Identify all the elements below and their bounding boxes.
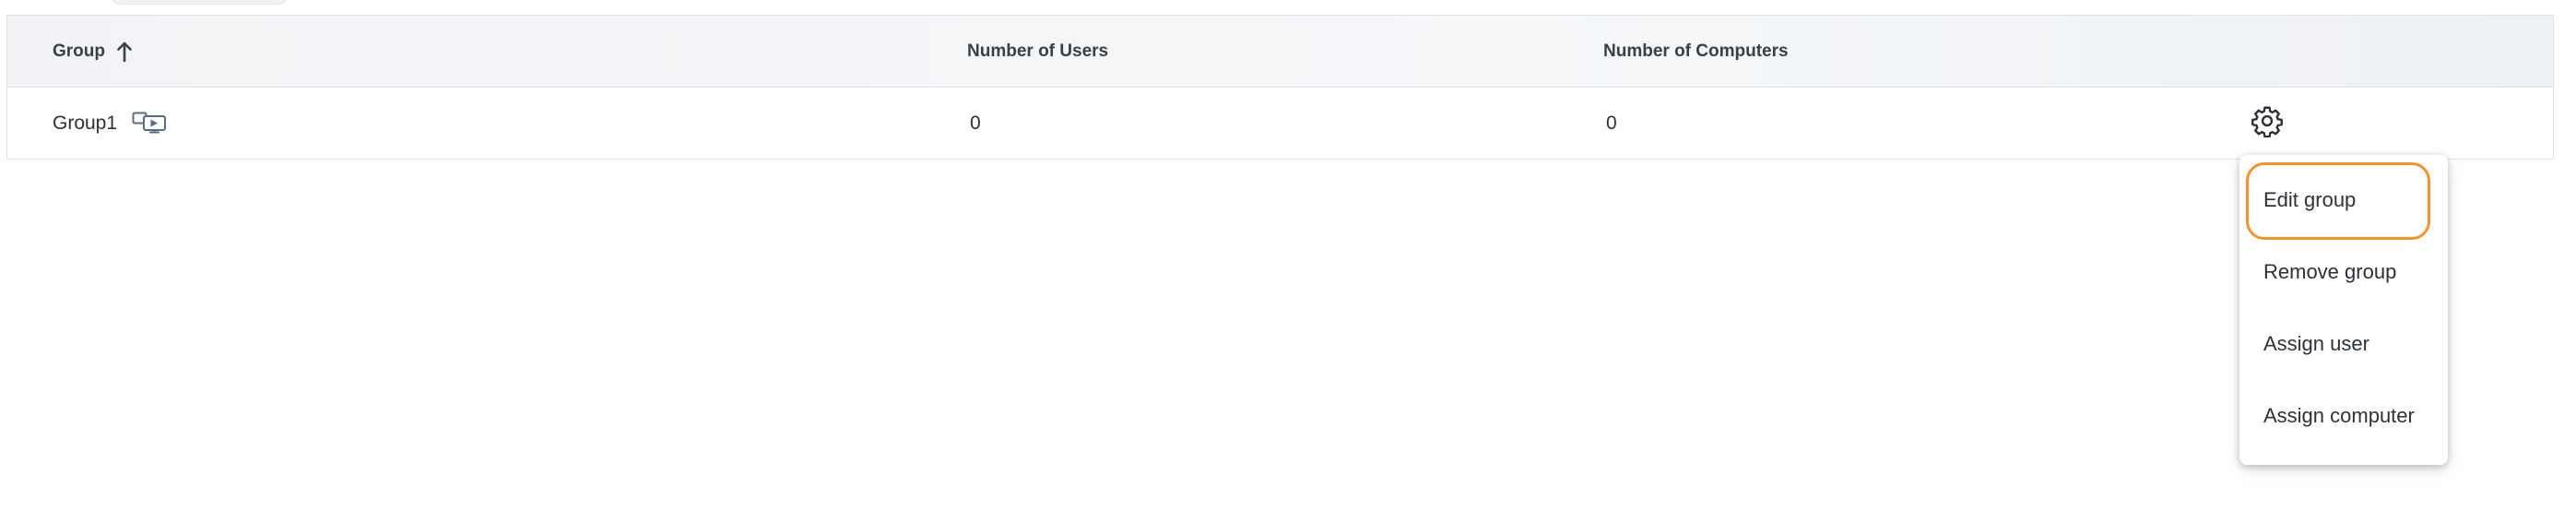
menu-item-assign-user[interactable]: Assign user bbox=[2239, 308, 2448, 380]
menu-item-label: Remove group bbox=[2263, 260, 2397, 283]
cell-group: Group1 bbox=[53, 88, 169, 160]
remote-desktop-icon bbox=[132, 112, 167, 134]
gear-icon[interactable] bbox=[2251, 104, 2284, 137]
tab-fragment[interactable] bbox=[111, 0, 288, 5]
groups-table: Group Number of Users Number of Computer… bbox=[6, 15, 2554, 160]
table-header: Group Number of Users Number of Computer… bbox=[7, 16, 2553, 88]
menu-item-remove-group[interactable]: Remove group bbox=[2239, 236, 2448, 308]
menu-item-label: Assign user bbox=[2263, 332, 2369, 355]
menu-item-label: Edit group bbox=[2263, 188, 2357, 211]
group-name: Group1 bbox=[53, 113, 118, 134]
page: Group Number of Users Number of Computer… bbox=[0, 0, 2576, 511]
sort-ascending-icon bbox=[117, 42, 132, 62]
menu-item-edit-group[interactable]: Edit group bbox=[2239, 164, 2448, 236]
cell-computers: 0 bbox=[1606, 113, 1617, 134]
menu-item-label: Assign computer bbox=[2263, 404, 2415, 427]
column-header-computers-label: Number of Computers bbox=[1603, 42, 1789, 61]
column-header-users-label: Number of Users bbox=[967, 42, 1109, 61]
menu-item-assign-computer[interactable]: Assign computer bbox=[2239, 380, 2448, 452]
cell-users: 0 bbox=[970, 113, 981, 134]
table-row[interactable]: Group1 0 0 bbox=[7, 88, 2553, 160]
column-header-computers[interactable]: Number of Computers bbox=[1603, 16, 1789, 88]
group-actions-menu: Edit group Remove group Assign user Assi… bbox=[2239, 155, 2448, 465]
column-header-users[interactable]: Number of Users bbox=[967, 16, 1108, 88]
column-header-group-label: Group bbox=[53, 42, 105, 61]
column-header-group[interactable]: Group bbox=[53, 16, 133, 88]
